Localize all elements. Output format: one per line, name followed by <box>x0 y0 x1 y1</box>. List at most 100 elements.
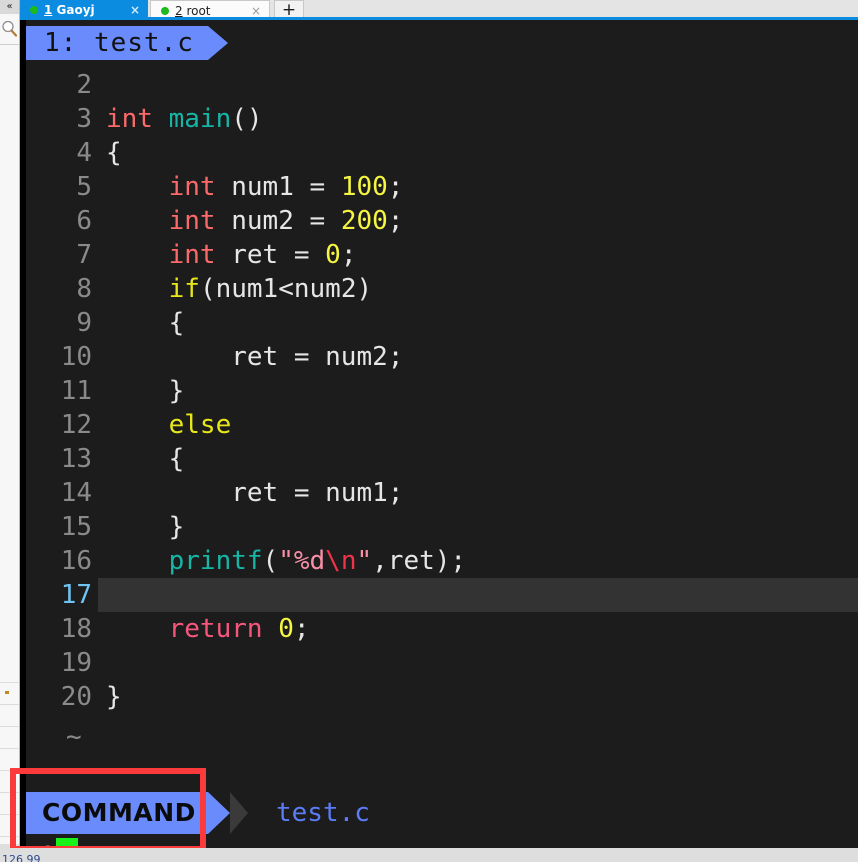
vim-filler-tilde: ~ <box>66 722 82 752</box>
code-line-text: } <box>106 680 122 714</box>
bottom-clipped-bar: 126 99 <box>0 848 858 862</box>
line-number: 8 <box>76 274 92 304</box>
code-line-text: int num2 = 200; <box>106 204 404 238</box>
code-line[interactable]: 7 int ret = 0; <box>26 238 858 272</box>
code-token: ; <box>340 240 357 270</box>
code-line-text: else <box>106 408 232 442</box>
code-line[interactable]: 18 return 0; <box>26 612 858 646</box>
line-number: 12 <box>60 410 92 440</box>
vim-mode-arrow-icon <box>208 792 230 834</box>
line-number: 10 <box>60 342 92 372</box>
code-line[interactable]: 19 <box>26 646 858 680</box>
code-line-current[interactable]: 17 <box>26 578 858 612</box>
code-line-text: ret = num1; <box>106 476 403 510</box>
code-token: ,ret); <box>372 546 467 576</box>
code-token: else <box>168 410 232 440</box>
code-token: } <box>106 512 185 542</box>
code-line-text: int main() <box>106 102 263 136</box>
line-number: 3 <box>76 104 92 134</box>
code-token: } <box>106 376 185 406</box>
vim-status-line: COMMAND test.c <box>26 792 858 834</box>
tab-gaoyj-close-icon[interactable]: × <box>130 2 140 18</box>
code-token: ; <box>387 172 404 202</box>
magnifier-icon <box>2 20 18 37</box>
vim-code-area[interactable]: 2 3 int main() 4{5 int num1 = 100; 6 int num… <box>26 68 858 714</box>
tab-root-number: 2 <box>175 4 183 18</box>
vim-tabline: 1: test.c <box>26 26 858 60</box>
sidebar-collapse-icon[interactable]: « <box>0 0 19 14</box>
line-number: 11 <box>60 376 92 406</box>
code-line[interactable]: 13 { <box>26 442 858 476</box>
code-line-text: } <box>106 510 185 544</box>
code-token: { <box>106 308 185 338</box>
vim-tab-arrow-icon <box>208 26 228 60</box>
line-number: 18 <box>60 614 92 644</box>
terminal-pane[interactable]: 1: test.c 2 3 int main() 4{5 int num1 = 100… <box>20 20 858 862</box>
search-icon[interactable] <box>0 14 19 45</box>
code-token: } <box>106 682 122 712</box>
code-line[interactable]: 5 int num1 = 100; <box>26 170 858 204</box>
vim-mode-badge: COMMAND <box>26 792 208 834</box>
code-line-text: { <box>106 306 185 340</box>
code-token: int <box>106 104 153 134</box>
code-token: 100 <box>340 172 388 202</box>
code-line-text: int num1 = 100; <box>106 170 404 204</box>
code-line-text: } <box>106 374 185 408</box>
tabbar-accent-underline <box>20 17 858 20</box>
code-line[interactable]: 9 { <box>26 306 858 340</box>
code-line[interactable]: 20} <box>26 680 858 714</box>
code-token: { <box>106 444 185 474</box>
line-number: 2 <box>76 70 92 100</box>
vim-filler-tilde: ~ <box>66 756 82 786</box>
line-number: 17 <box>60 580 92 610</box>
tab-root-name: root <box>182 4 211 18</box>
code-token: " <box>356 546 373 576</box>
code-line[interactable]: 16 printf("%d\n",ret); <box>26 544 858 578</box>
sidebar-row[interactable] <box>0 748 19 771</box>
vim-tab-test-c[interactable]: 1: test.c <box>26 26 208 60</box>
tab-gaoyj-label: 1 Gaoyj <box>44 2 95 18</box>
left-sidebar-rail: « <box>0 0 20 862</box>
code-line-text: if(num1<num2) <box>106 272 373 306</box>
code-line[interactable]: 10 ret = num2; <box>26 340 858 374</box>
code-line[interactable]: 4{ <box>26 136 858 170</box>
sidebar-row[interactable] <box>0 682 19 705</box>
sidebar-row[interactable] <box>0 726 19 749</box>
code-line[interactable]: 2 <box>26 68 858 102</box>
code-line-text: { <box>106 442 185 476</box>
code-line[interactable]: 3 int main() <box>26 102 858 136</box>
code-token: ; <box>387 206 404 236</box>
sidebar-row[interactable] <box>0 704 19 727</box>
code-token: int <box>168 240 216 270</box>
code-token: if <box>168 274 200 304</box>
code-token: ret = num2; <box>106 342 404 372</box>
code-token: ret = num1; <box>106 478 404 508</box>
code-line[interactable]: 6 int num2 = 200; <box>26 204 858 238</box>
tab-gaoyj-name: Gaoyj <box>52 3 95 17</box>
code-line[interactable]: 15 } <box>26 510 858 544</box>
code-token: int <box>168 172 216 202</box>
sidebar-row-marker-icon <box>5 691 9 694</box>
code-token: num2 = <box>215 206 341 236</box>
sidebar-row[interactable] <box>0 770 19 793</box>
code-line[interactable]: 12 else <box>26 408 858 442</box>
code-token: ret = <box>215 240 326 270</box>
vim-mode-arrow-secondary-icon <box>230 792 248 834</box>
line-number: 16 <box>60 546 92 576</box>
sidebar-row[interactable] <box>0 814 19 837</box>
code-line[interactable]: 8 if(num1<num2) <box>26 272 858 306</box>
code-line[interactable]: 11 } <box>26 374 858 408</box>
code-token: ; <box>293 614 310 644</box>
sidebar-row[interactable] <box>0 792 19 815</box>
code-line-text: ret = num2; <box>106 340 403 374</box>
code-line[interactable]: 14 ret = num1; <box>26 476 858 510</box>
sidebar-row[interactable] <box>0 660 19 683</box>
line-number: 9 <box>76 308 92 338</box>
